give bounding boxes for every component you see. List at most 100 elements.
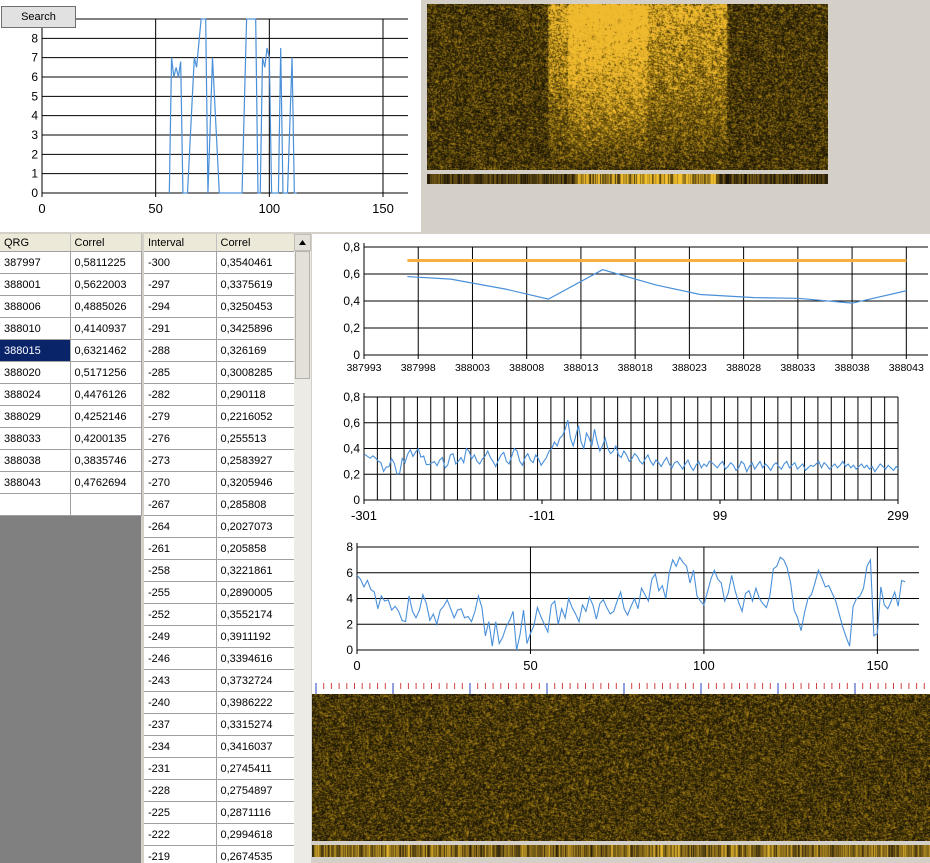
interval-table-row[interactable]: -252 0,3552174 [144,603,295,626]
qrg-cell[interactable]: 388015 [0,339,71,362]
interval-table-row[interactable]: -219 0,2674535 [144,845,295,863]
correl-cell[interactable]: 0,6321462 [70,339,142,362]
qrg-cell[interactable]: 388043 [0,471,71,494]
interval-cell[interactable]: -228 [144,779,217,802]
interval-table-row[interactable]: -291 0,3425896 [144,317,295,340]
interval-cell[interactable]: -270 [144,471,217,494]
correl-cell[interactable]: 0,3205946 [216,471,295,494]
correl-cell[interactable]: 0,4762694 [70,471,142,494]
correl-cell[interactable]: 0,4252146 [70,405,142,428]
interval-table-row[interactable]: -237 0,3315274 [144,713,295,736]
correl-cell[interactable]: 0,290118 [216,383,295,406]
qrg-cell[interactable]: 388001 [0,273,71,296]
empty-cell[interactable] [70,493,142,516]
correl-cell[interactable]: 0,3552174 [216,603,295,626]
correl-cell[interactable]: 0,3425896 [216,317,295,340]
correl-cell[interactable]: 0,3540461 [216,251,295,274]
interval-cell[interactable]: -252 [144,603,217,626]
qrg-cell[interactable]: 388038 [0,449,71,472]
qrg-cell[interactable]: 388024 [0,383,71,406]
interval-cell[interactable]: -246 [144,647,217,670]
qrg-table-row[interactable]: 388001 0,5622003 [0,273,142,296]
correl-cell[interactable]: 0,2674535 [216,845,295,863]
interval-table-row[interactable]: -294 0,3250453 [144,295,295,318]
qrg-table-row[interactable]: 388043 0,4762694 [0,471,142,494]
qrg-table-row[interactable]: 388024 0,4476126 [0,383,142,406]
interval-cell[interactable]: -279 [144,405,217,428]
interval-table-row[interactable]: -222 0,2994618 [144,823,295,846]
correl-cell[interactable]: 0,4140937 [70,317,142,340]
correl-cell[interactable]: 0,2027073 [216,515,295,538]
qrg-cell[interactable]: 388033 [0,427,71,450]
interval-cell[interactable]: -297 [144,273,217,296]
correl-cell[interactable]: 0,2583927 [216,449,295,472]
correl-cell[interactable]: 0,3911192 [216,625,295,648]
interval-cell[interactable]: -273 [144,449,217,472]
correl-cell[interactable]: 0,3315274 [216,713,295,736]
correl-cell[interactable]: 0,2994618 [216,823,295,846]
interval-grid-scrollbar[interactable] [294,234,311,863]
interval-cell[interactable]: -300 [144,251,217,274]
interval-cell[interactable]: -249 [144,625,217,648]
correl-cell[interactable]: 0,326169 [216,339,295,362]
interval-cell[interactable]: -231 [144,757,217,780]
correl-cell[interactable]: 0,3008285 [216,361,295,384]
correl-cell[interactable]: 0,2754897 [216,779,295,802]
interval-table-row[interactable]: -282 0,290118 [144,383,295,406]
frequency-ruler[interactable] [312,683,930,694]
qrg-cell[interactable]: 388010 [0,317,71,340]
correl-cell[interactable]: 0,4885026 [70,295,142,318]
interval-table-row[interactable]: -261 0,205858 [144,537,295,560]
interval-cell[interactable]: -222 [144,823,217,846]
correl-cell[interactable]: 0,3732724 [216,669,295,692]
interval-table-row[interactable]: -279 0,2216052 [144,405,295,428]
correl-cell[interactable]: 0,5811225 [70,251,142,274]
interval-cell[interactable]: -255 [144,581,217,604]
interval-table-row[interactable]: -273 0,2583927 [144,449,295,472]
qrg-table-row[interactable]: 388010 0,4140937 [0,317,142,340]
qrg-table[interactable]: QRG Correl 387997 0,5811225 388001 0,562200… [0,234,142,516]
qrg-table-row[interactable]: 387997 0,5811225 [0,251,142,274]
interval-table-row[interactable]: -276 0,255513 [144,427,295,450]
interval-table-row[interactable]: -267 0,285808 [144,493,295,516]
interval-table-row[interactable]: -297 0,3375619 [144,273,295,296]
interval-table-row[interactable]: -234 0,3416037 [144,735,295,758]
interval-cell[interactable]: -267 [144,493,217,516]
interval-cell[interactable]: -261 [144,537,217,560]
qrg-table-row[interactable]: 388020 0,5171256 [0,361,142,384]
correl-cell[interactable]: 0,3835746 [70,449,142,472]
search-button[interactable]: Search [1,6,76,28]
interval-cell[interactable]: -258 [144,559,217,582]
qrg-table-row[interactable]: 388033 0,4200135 [0,427,142,450]
interval-cell[interactable]: -234 [144,735,217,758]
interval-table-row[interactable]: -243 0,3732724 [144,669,295,692]
interval-table[interactable]: Interval Correl -300 0,3540461 -297 0,33756… [144,234,295,863]
interval-cell[interactable]: -237 [144,713,217,736]
interval-cell[interactable]: -219 [144,845,217,863]
interval-table-row[interactable]: -228 0,2754897 [144,779,295,802]
correl-cell[interactable]: 0,4476126 [70,383,142,406]
correl-cell[interactable]: 0,205858 [216,537,295,560]
correl-cell[interactable]: 0,3416037 [216,735,295,758]
interval-table-row[interactable]: -270 0,3205946 [144,471,295,494]
interval-table-row[interactable]: -255 0,2890005 [144,581,295,604]
interval-table-row[interactable]: -264 0,2027073 [144,515,295,538]
correl-cell[interactable]: 0,3221861 [216,559,295,582]
interval-table-row[interactable]: -231 0,2745411 [144,757,295,780]
qrg-table-row[interactable]: 388038 0,3835746 [0,449,142,472]
correl-cell[interactable]: 0,2216052 [216,405,295,428]
new-row[interactable] [0,493,142,516]
interval-cell[interactable]: -285 [144,361,217,384]
interval-table-row[interactable]: -240 0,3986222 [144,691,295,714]
correl-cell[interactable]: 0,3394616 [216,647,295,670]
qrg-cell[interactable]: 388029 [0,405,71,428]
interval-cell[interactable]: -294 [144,295,217,318]
interval-table-row[interactable]: -246 0,3394616 [144,647,295,670]
correl-cell[interactable]: 0,3375619 [216,273,295,296]
scroll-up-button[interactable] [294,234,311,251]
interval-column-header[interactable]: Interval [144,234,217,252]
interval-table-row[interactable]: -225 0,2871116 [144,801,295,824]
correl-cell[interactable]: 0,2890005 [216,581,295,604]
interval-cell[interactable]: -282 [144,383,217,406]
correl-cell[interactable]: 0,2745411 [216,757,295,780]
